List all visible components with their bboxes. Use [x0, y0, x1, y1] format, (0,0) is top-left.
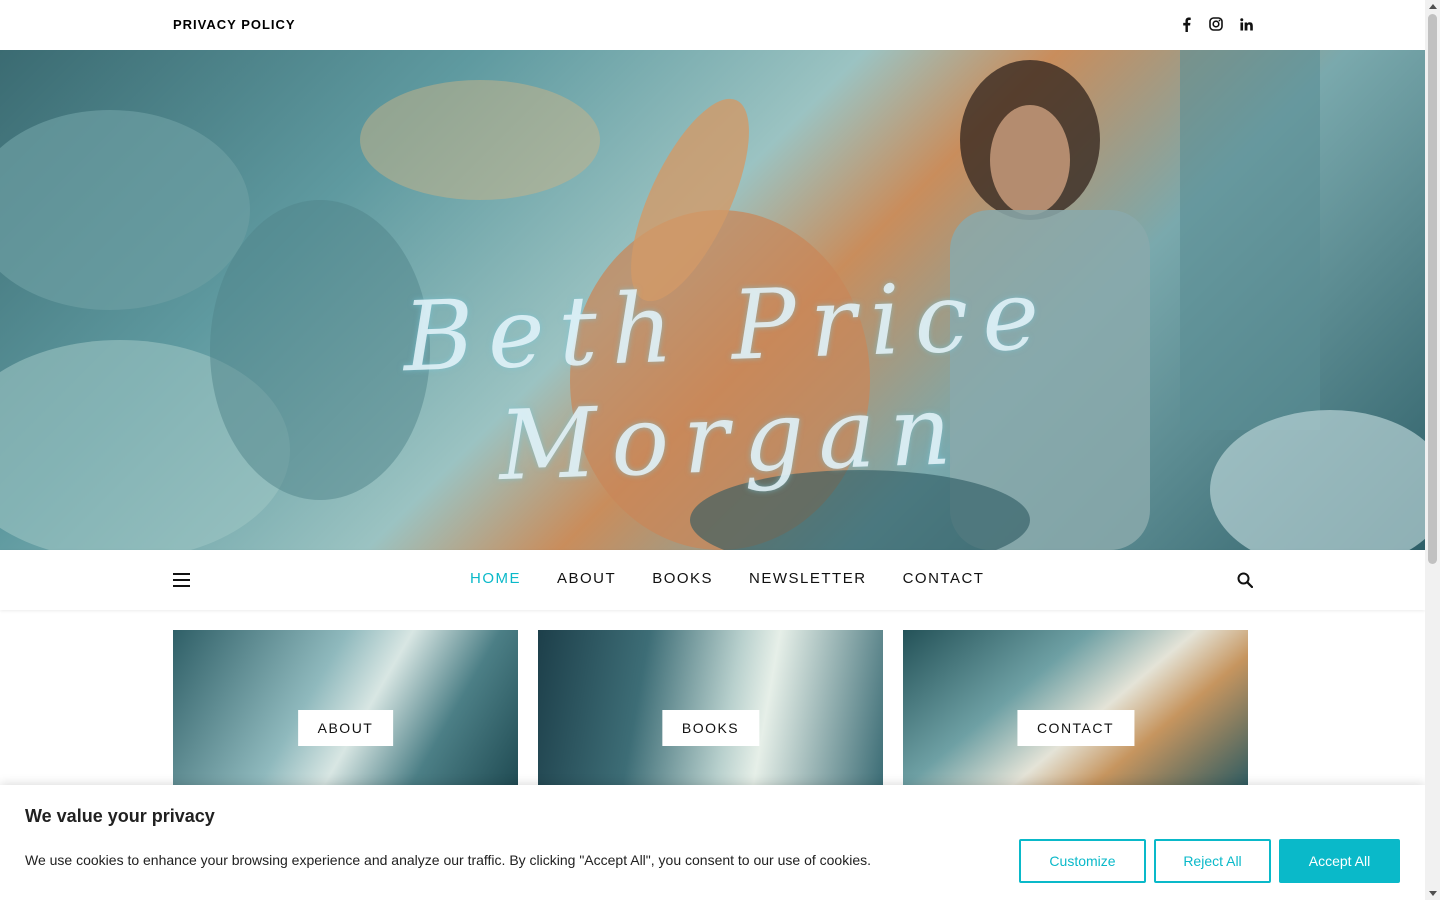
- site-title-logo[interactable]: Beth Price Morgan: [196, 252, 1263, 513]
- instagram-icon[interactable]: [1208, 16, 1224, 32]
- main-navigation: HOME ABOUT BOOKS NEWSLETTER CONTACT: [0, 550, 1425, 610]
- cookie-title: We value your privacy: [25, 806, 215, 826]
- cookie-consent-banner: We value your privacy We use cookies to …: [0, 785, 1425, 900]
- social-links: [1178, 16, 1254, 32]
- reject-all-button[interactable]: Reject All: [1154, 839, 1271, 883]
- nav-item-home[interactable]: HOME: [470, 570, 521, 587]
- top-bar: PRIVACY POLICY: [0, 0, 1425, 50]
- nav-item-books[interactable]: BOOKS: [652, 570, 713, 587]
- privacy-policy-link[interactable]: PRIVACY POLICY: [173, 17, 296, 32]
- facebook-icon[interactable]: [1178, 16, 1194, 32]
- featured-links: ABOUT BOOKS CONTACT: [173, 630, 1249, 790]
- accept-all-button[interactable]: Accept All: [1279, 839, 1400, 883]
- cookie-message: We use cookies to enhance your browsing …: [25, 852, 871, 868]
- feature-label[interactable]: ABOUT: [297, 710, 394, 746]
- scrollbar-thumb[interactable]: [1428, 14, 1437, 564]
- feature-label[interactable]: CONTACT: [1016, 710, 1135, 746]
- nav-item-about[interactable]: ABOUT: [557, 570, 616, 587]
- linkedin-icon[interactable]: [1238, 16, 1254, 32]
- scroll-down-arrow-icon[interactable]: [1429, 891, 1437, 896]
- nav-menu: HOME ABOUT BOOKS NEWSLETTER CONTACT: [470, 570, 984, 587]
- page-scrollbar[interactable]: [1425, 0, 1440, 900]
- feature-card-about[interactable]: ABOUT: [173, 630, 518, 790]
- hamburger-menu-icon[interactable]: [173, 573, 190, 587]
- feature-label[interactable]: BOOKS: [661, 710, 760, 746]
- nav-item-newsletter[interactable]: NEWSLETTER: [749, 570, 867, 587]
- nav-item-contact[interactable]: CONTACT: [903, 570, 985, 587]
- scroll-up-arrow-icon[interactable]: [1429, 4, 1437, 9]
- feature-card-contact[interactable]: CONTACT: [903, 630, 1248, 790]
- search-icon[interactable]: [1237, 572, 1254, 589]
- hero-banner: Beth Price Morgan: [0, 50, 1425, 550]
- customize-button[interactable]: Customize: [1019, 839, 1146, 883]
- feature-card-books[interactable]: BOOKS: [538, 630, 883, 790]
